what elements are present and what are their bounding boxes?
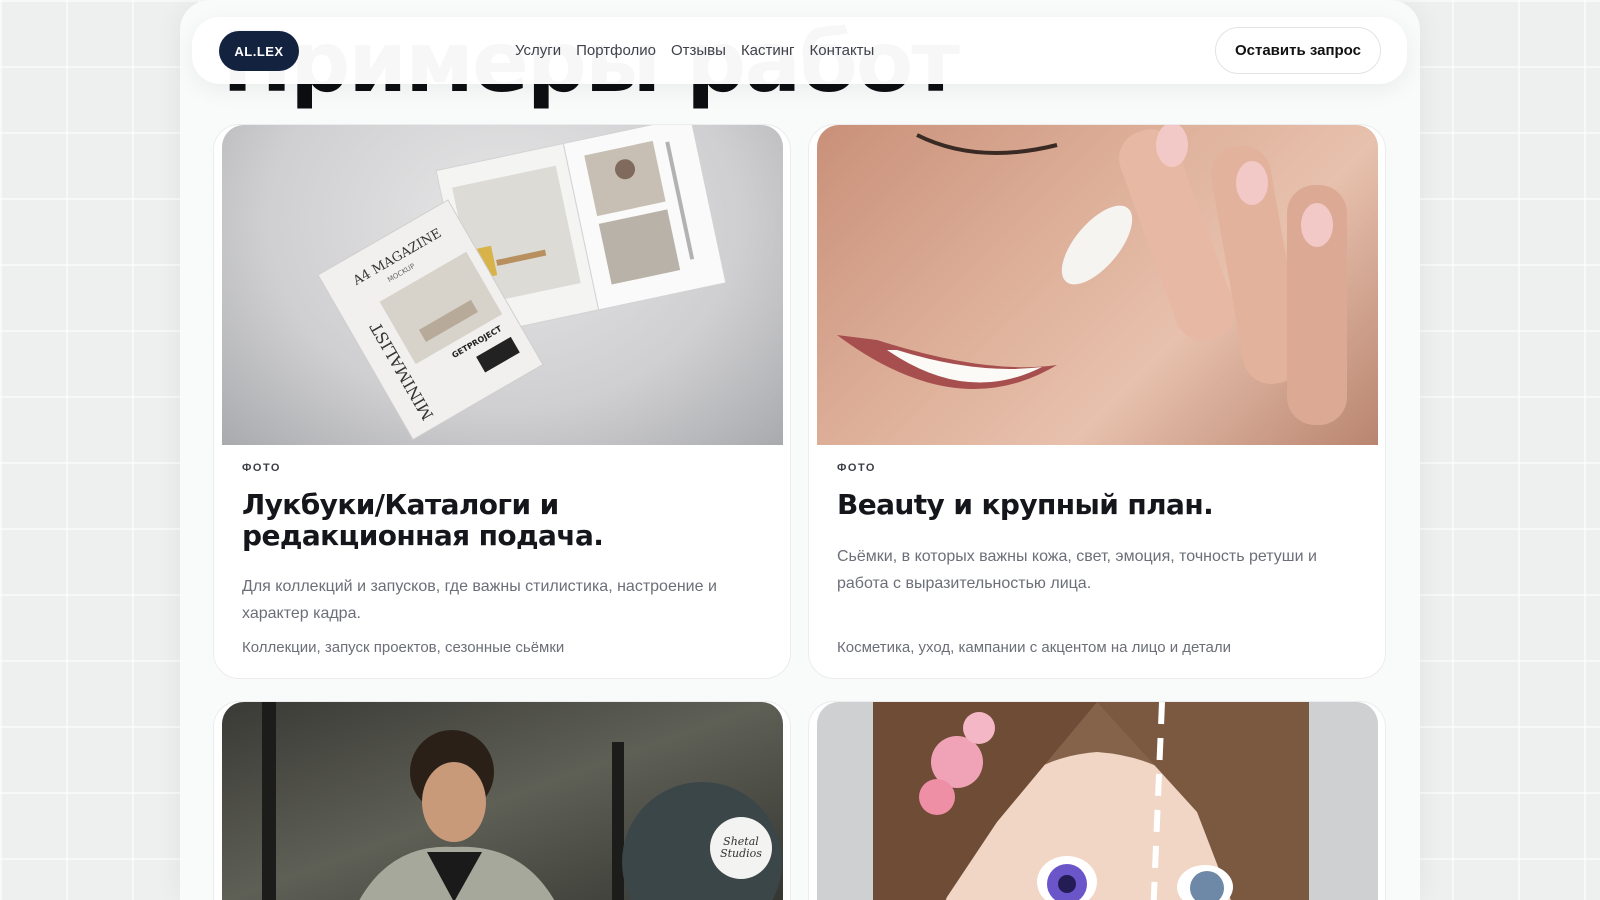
catalog-image: A4 MAGAZINE MOCKUP GETPROJECT MINIMALIST xyxy=(222,125,783,445)
nav-link-reviews[interactable]: Отзывы xyxy=(671,42,726,59)
anime-illustration xyxy=(873,702,1309,900)
card-meta: Косметика, уход, кампании с акцентом на … xyxy=(837,639,1232,656)
fashion-image: Shetal Studios xyxy=(222,702,783,900)
anime-image xyxy=(817,702,1378,900)
magazine-illustration: A4 MAGAZINE MOCKUP GETPROJECT MINIMALIST xyxy=(317,125,727,441)
portfolio-card-beauty[interactable]: ФОТО Beauty и крупный план. Сьёмки, в ко… xyxy=(808,124,1386,679)
watermark-text: Shetal Studios xyxy=(720,835,762,860)
studio-watermark: Shetal Studios xyxy=(710,817,772,879)
request-button[interactable]: Оставить запрос xyxy=(1215,27,1381,74)
nav-link-services[interactable]: Услуги xyxy=(515,42,561,59)
card-tag: ФОТО xyxy=(242,462,281,474)
portfolio-card-3[interactable]: Shetal Studios xyxy=(213,701,791,900)
nav-link-contacts[interactable]: Контакты xyxy=(810,42,875,59)
card-description: Сьёмки, в которых важны кожа, свет, эмоц… xyxy=(837,548,1317,592)
card-title: Beauty и крупный план. xyxy=(837,488,1214,521)
card-tag: ФОТО xyxy=(837,462,876,474)
nav-links: Услуги Портфолио Отзывы Кастинг Контакты xyxy=(515,17,874,84)
portfolio-card-lookbook[interactable]: A4 MAGAZINE MOCKUP GETPROJECT MINIMALIST… xyxy=(213,124,791,679)
card-meta: Коллекции, запуск проектов, сезонные сьё… xyxy=(242,639,565,656)
beauty-image xyxy=(817,125,1378,445)
card-description: Для коллекций и запусков, где важны стил… xyxy=(242,578,717,622)
top-navbar: AL.LEX Услуги Портфолио Отзывы Кастинг К… xyxy=(192,17,1407,84)
portfolio-card-4[interactable] xyxy=(808,701,1386,900)
nav-link-portfolio[interactable]: Портфолио xyxy=(576,42,656,59)
nav-link-casting[interactable]: Кастинг xyxy=(741,42,795,59)
beauty-illustration xyxy=(837,125,1347,425)
logo-button[interactable]: AL.LEX xyxy=(219,31,299,71)
card-title: Лукбуки/Каталоги и редакционная подача. xyxy=(242,488,604,552)
man-illustration xyxy=(262,702,782,900)
